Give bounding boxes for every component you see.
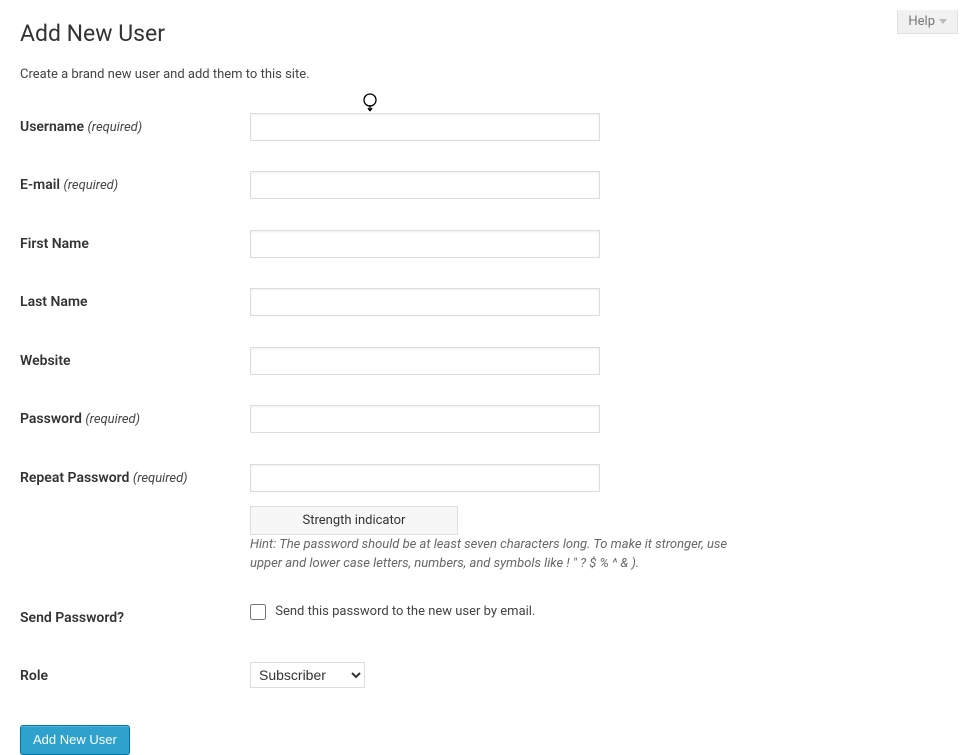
- last-name-label: Last Name: [20, 294, 88, 310]
- last-name-input[interactable]: [250, 288, 600, 316]
- website-input[interactable]: [250, 347, 600, 375]
- password-hint: Hint: The password should be at least se…: [250, 535, 740, 574]
- role-select[interactable]: Subscriber: [250, 662, 365, 688]
- password-label: Password (required): [20, 411, 140, 427]
- send-password-label: Send Password?: [20, 610, 124, 626]
- triangle-down-icon: [939, 19, 947, 24]
- website-label: Website: [20, 353, 71, 369]
- strength-indicator: Strength indicator: [250, 506, 458, 535]
- add-new-user-button[interactable]: Add New User: [20, 725, 130, 755]
- page-title: Add New User: [20, 10, 952, 52]
- password-input[interactable]: [250, 405, 600, 433]
- repeat-password-input[interactable]: [250, 464, 600, 492]
- send-password-text: Send this password to the new user by em…: [275, 604, 535, 619]
- email-label: E-mail (required): [20, 177, 118, 193]
- repeat-password-label: Repeat Password (required): [20, 470, 188, 486]
- send-password-checkbox[interactable]: [250, 604, 266, 620]
- first-name-input[interactable]: [250, 230, 600, 258]
- first-name-label: First Name: [20, 236, 89, 252]
- username-label: Username (required): [20, 119, 142, 135]
- send-password-checkbox-label[interactable]: Send this password to the new user by em…: [250, 604, 535, 619]
- role-label: Role: [20, 668, 48, 684]
- help-toggle[interactable]: Help: [897, 10, 958, 34]
- username-input[interactable]: [250, 113, 600, 141]
- email-input[interactable]: [250, 171, 600, 199]
- help-label: Help: [908, 14, 935, 29]
- page-subheading: Create a brand new user and add them to …: [20, 65, 952, 85]
